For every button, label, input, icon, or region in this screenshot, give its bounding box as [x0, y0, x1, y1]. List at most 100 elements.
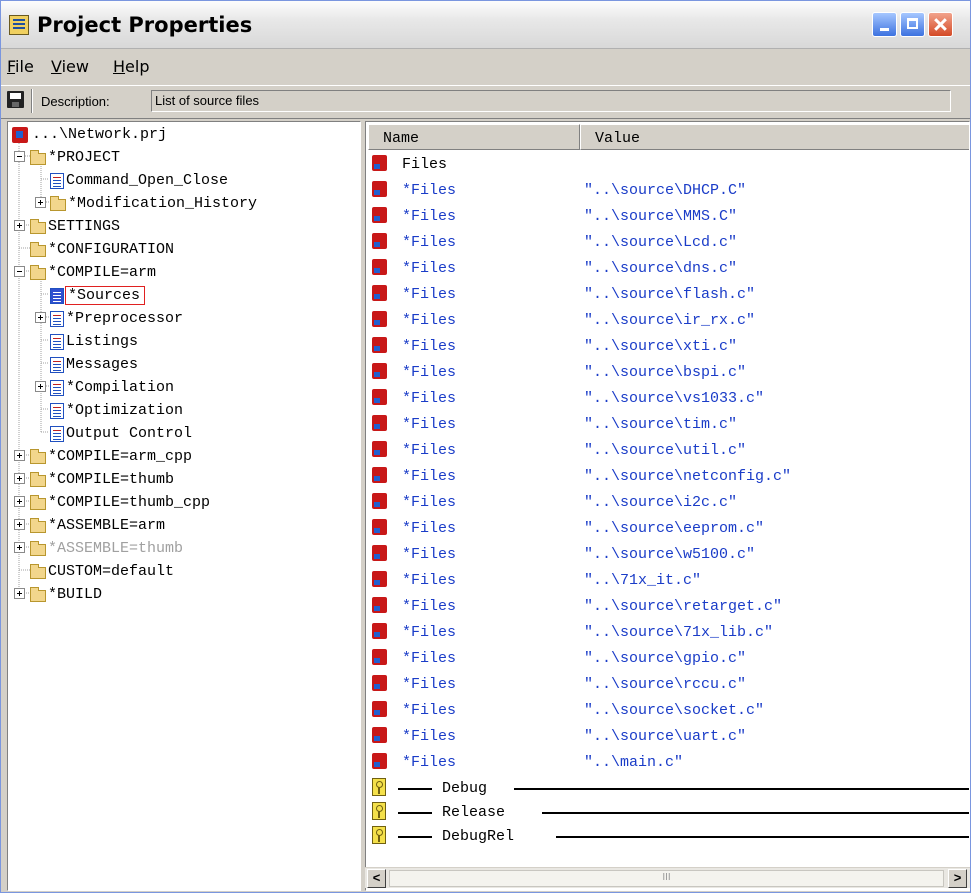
close-button[interactable] — [928, 12, 953, 37]
menu-view[interactable]: View — [51, 57, 89, 76]
folder-icon — [30, 472, 46, 487]
list-item-name: *Files — [402, 182, 457, 199]
page-icon — [50, 173, 64, 189]
file-entry-icon — [372, 649, 387, 665]
file-entry-icon — [372, 207, 387, 223]
list-item[interactable]: *Files "..\source\eeprom.c" — [370, 516, 969, 542]
page-icon — [50, 311, 64, 327]
tree-node-label: SETTINGS — [48, 218, 121, 235]
list-item-value: "..\71x_it.c" — [584, 572, 702, 589]
file-entry-icon — [372, 467, 387, 483]
tree-node-label: *Optimization — [66, 402, 184, 419]
title-bar[interactable]: Project Properties — [1, 1, 970, 49]
expand-icon[interactable] — [35, 197, 46, 208]
config-label: Debug — [442, 780, 488, 797]
expand-icon[interactable] — [14, 450, 25, 461]
expand-icon[interactable] — [14, 496, 25, 507]
files-header-row[interactable]: Files — [370, 152, 969, 178]
list-item[interactable]: *Files "..\source\MMS.C" — [370, 204, 969, 230]
list-item-name: *Files — [402, 312, 457, 329]
list-item-name: *Files — [402, 598, 457, 615]
properties-list-pane[interactable]: Name Value Files *Files "..\source\DHCP.C… — [365, 121, 970, 891]
config-label: Release — [442, 804, 506, 821]
tree-node-label: *BUILD — [48, 586, 103, 603]
file-entry-icon — [372, 493, 387, 509]
list-item[interactable]: *Files "..\source\ir_rx.c" — [370, 308, 969, 334]
list-item[interactable]: *Files "..\source\flash.c" — [370, 282, 969, 308]
list-item-value: "..\source\dns.c" — [584, 260, 738, 277]
list-item[interactable]: *Files "..\source\bspi.c" — [370, 360, 969, 386]
minimize-button[interactable] — [872, 12, 897, 37]
list-item[interactable]: *Files "..\source\retarget.c" — [370, 594, 969, 620]
config-row[interactable]: Release — [370, 800, 969, 826]
file-entry-icon — [372, 389, 387, 405]
list-item-value: "..\source\w5100.c" — [584, 546, 756, 563]
scroll-thumb[interactable]: III — [389, 870, 944, 887]
maximize-button[interactable] — [900, 12, 925, 37]
config-row[interactable]: Debug — [370, 776, 969, 802]
config-rule — [514, 788, 969, 790]
collapse-icon[interactable] — [14, 266, 25, 277]
column-header-name[interactable]: Name — [368, 124, 580, 150]
list-item[interactable]: *Files "..\source\gpio.c" — [370, 646, 969, 672]
list-item-name: *Files — [402, 572, 457, 589]
tree-node-label: *Preprocessor — [66, 310, 184, 327]
list-item-name: *Files — [402, 208, 457, 225]
expand-icon[interactable] — [14, 473, 25, 484]
config-row[interactable]: DebugRel — [370, 824, 969, 850]
file-entry-icon — [372, 285, 387, 301]
list-item-name: *Files — [402, 754, 457, 771]
expand-icon[interactable] — [35, 381, 46, 392]
list-item[interactable]: *Files "..\source\rccu.c" — [370, 672, 969, 698]
save-icon[interactable] — [7, 91, 24, 108]
scroll-right-button[interactable]: > — [948, 869, 967, 888]
list-item[interactable]: *Files "..\source\DHCP.C" — [370, 178, 969, 204]
tree-node-label: CUSTOM=default — [48, 563, 175, 580]
tree-root-label: ...\Network.prj — [32, 126, 168, 143]
menu-file[interactable]: File — [7, 57, 34, 76]
list-item[interactable]: *Files "..\source\xti.c" — [370, 334, 969, 360]
tree-node-label: Listings — [66, 333, 139, 350]
column-header-value[interactable]: Value — [580, 124, 969, 150]
list-item[interactable]: *Files "..\source\netconfig.c" — [370, 464, 969, 490]
list-item[interactable]: *Files "..\source\w5100.c" — [370, 542, 969, 568]
list-item-name: *Files — [402, 520, 457, 537]
horizontal-scrollbar[interactable]: < III > — [365, 867, 970, 888]
file-entry-icon — [372, 181, 387, 197]
list-item[interactable]: *Files "..\71x_it.c" — [370, 568, 969, 594]
list-item[interactable]: *Files "..\source\socket.c" — [370, 698, 969, 724]
list-item[interactable]: *Files "..\source\Lcd.c" — [370, 230, 969, 256]
list-item-name: *Files — [402, 676, 457, 693]
toolbar: Description: List of source files — [1, 85, 970, 119]
list-item-name: *Files — [402, 546, 457, 563]
list-item[interactable]: *Files "..\source\i2c.c" — [370, 490, 969, 516]
list-item[interactable]: *Files "..\source\71x_lib.c" — [370, 620, 969, 646]
expand-icon[interactable] — [35, 312, 46, 323]
expand-icon[interactable] — [14, 519, 25, 530]
list-item[interactable]: *Files "..\source\util.c" — [370, 438, 969, 464]
list-item[interactable]: *Files "..\main.c" — [370, 750, 969, 776]
description-label: Description: — [41, 94, 110, 109]
key-icon — [372, 826, 386, 844]
tree-node-label: *COMPILE=thumb_cpp — [48, 494, 211, 511]
list-item[interactable]: *Files "..\source\dns.c" — [370, 256, 969, 282]
file-entry-icon — [372, 415, 387, 431]
menu-help[interactable]: Help — [113, 57, 149, 76]
folder-icon — [30, 265, 46, 280]
page-icon — [50, 334, 64, 350]
config-dash — [398, 788, 432, 790]
expand-icon[interactable] — [14, 588, 25, 599]
list-item-name: *Files — [402, 390, 457, 407]
expand-icon[interactable] — [14, 542, 25, 553]
list-item[interactable]: *Files "..\source\tim.c" — [370, 412, 969, 438]
scroll-left-button[interactable]: < — [367, 869, 386, 888]
tree-pane[interactable]: ...\Network.prj *PROJECT Command_Open_Clo… — [7, 121, 361, 891]
list-item[interactable]: *Files "..\source\vs1033.c" — [370, 386, 969, 412]
expand-icon[interactable] — [14, 220, 25, 231]
tree-node-label: *Modification_History — [68, 195, 258, 212]
collapse-icon[interactable] — [14, 151, 25, 162]
config-label: DebugRel — [442, 828, 515, 845]
description-field[interactable]: List of source files — [151, 90, 951, 112]
list-item[interactable]: *Files "..\source\uart.c" — [370, 724, 969, 750]
toolbar-separator — [31, 89, 33, 113]
